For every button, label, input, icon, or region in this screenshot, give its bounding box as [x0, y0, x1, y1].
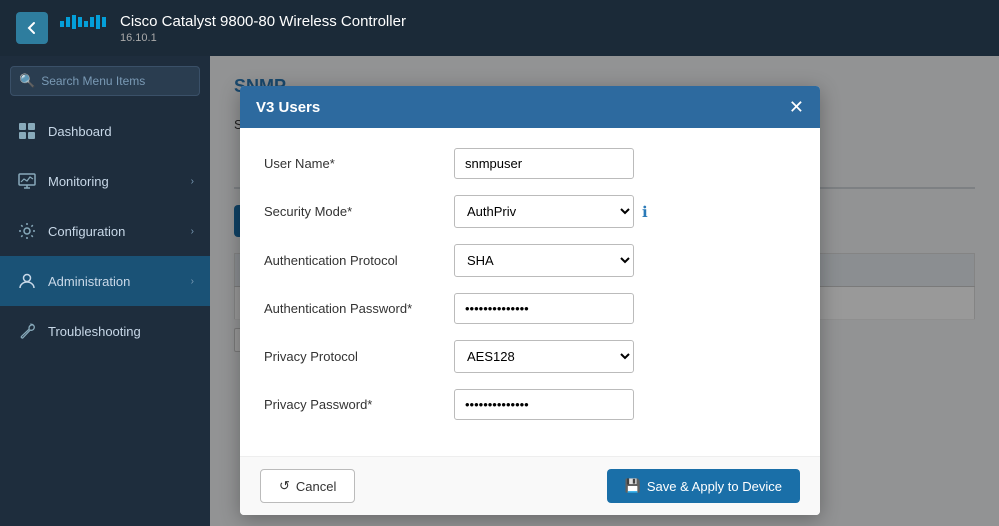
cisco-logo: [60, 13, 108, 44]
save-icon: 💾: [625, 478, 641, 494]
username-row: User Name*: [264, 148, 796, 179]
search-icon: 🔍: [19, 73, 35, 89]
sidebar-label-dashboard: Dashboard: [48, 124, 194, 139]
admin-icon: [16, 270, 38, 292]
wrench-icon: [16, 320, 38, 342]
security-mode-row: Security Mode* NoAuthNoPriv AuthNoPriv A…: [264, 195, 796, 228]
chevron-right-icon-3: ›: [191, 276, 194, 287]
chevron-right-icon: ›: [191, 176, 194, 187]
cancel-label: Cancel: [296, 479, 336, 494]
auth-password-input[interactable]: [454, 293, 634, 324]
auth-password-row: Authentication Password*: [264, 293, 796, 324]
username-input[interactable]: [454, 148, 634, 179]
sidebar-item-monitoring[interactable]: Monitoring ›: [0, 156, 210, 206]
save-label: Save & Apply to Device: [647, 479, 782, 494]
modal-overlay: V3 Users ✕ User Name* Security Mode* NoA…: [210, 56, 999, 526]
chevron-right-icon-2: ›: [191, 226, 194, 237]
save-apply-button[interactable]: 💾 Save & Apply to Device: [607, 469, 800, 503]
sidebar-item-administration[interactable]: Administration ›: [0, 256, 210, 306]
top-header: Cisco Catalyst 9800-80 Wireless Controll…: [0, 0, 999, 56]
privacy-protocol-select[interactable]: DES AES128 AES256: [454, 340, 634, 373]
modal-close-button[interactable]: ✕: [789, 98, 804, 116]
monitor-icon: [16, 170, 38, 192]
sidebar-item-configuration[interactable]: Configuration ›: [0, 206, 210, 256]
sidebar-label-troubleshooting: Troubleshooting: [48, 324, 194, 339]
security-mode-label: Security Mode*: [264, 204, 454, 219]
modal-title: V3 Users: [256, 99, 320, 116]
privacy-protocol-label: Privacy Protocol: [264, 349, 454, 364]
cancel-button[interactable]: ↺ Cancel: [260, 469, 355, 503]
undo-icon: ↺: [279, 478, 290, 494]
sidebar: 🔍 Dashboard: [0, 56, 210, 526]
header-version: 16.10.1: [120, 32, 406, 44]
header-title: Cisco Catalyst 9800-80 Wireless Controll…: [120, 13, 406, 30]
auth-protocol-row: Authentication Protocol MD5 SHA: [264, 244, 796, 277]
back-button[interactable]: [16, 12, 48, 44]
search-box[interactable]: 🔍: [10, 66, 200, 96]
sidebar-label-monitoring: Monitoring: [48, 174, 191, 189]
username-label: User Name*: [264, 156, 454, 171]
search-input[interactable]: [41, 74, 191, 88]
privacy-password-row: Privacy Password*: [264, 389, 796, 420]
sidebar-label-configuration: Configuration: [48, 224, 191, 239]
sidebar-item-dashboard[interactable]: Dashboard: [0, 106, 210, 156]
modal-body: User Name* Security Mode* NoAuthNoPriv A…: [240, 128, 820, 456]
security-mode-select[interactable]: NoAuthNoPriv AuthNoPriv AuthPriv: [454, 195, 634, 228]
info-icon[interactable]: ℹ: [642, 203, 648, 221]
privacy-password-input[interactable]: [454, 389, 634, 420]
gear-icon: [16, 220, 38, 242]
auth-password-label: Authentication Password*: [264, 301, 454, 316]
auth-protocol-select[interactable]: MD5 SHA: [454, 244, 634, 277]
grid-icon: [16, 120, 38, 142]
modal-header: V3 Users ✕: [240, 86, 820, 128]
sidebar-label-administration: Administration: [48, 274, 191, 289]
v3-users-modal: V3 Users ✕ User Name* Security Mode* NoA…: [240, 86, 820, 515]
auth-protocol-label: Authentication Protocol: [264, 253, 454, 268]
privacy-password-label: Privacy Password*: [264, 397, 454, 412]
content-area: SNMP SNMP Mode ENABLED 👁 General Communi…: [210, 56, 999, 526]
privacy-protocol-row: Privacy Protocol DES AES128 AES256: [264, 340, 796, 373]
modal-footer: ↺ Cancel 💾 Save & Apply to Device: [240, 456, 820, 515]
sidebar-item-troubleshooting[interactable]: Troubleshooting: [0, 306, 210, 356]
